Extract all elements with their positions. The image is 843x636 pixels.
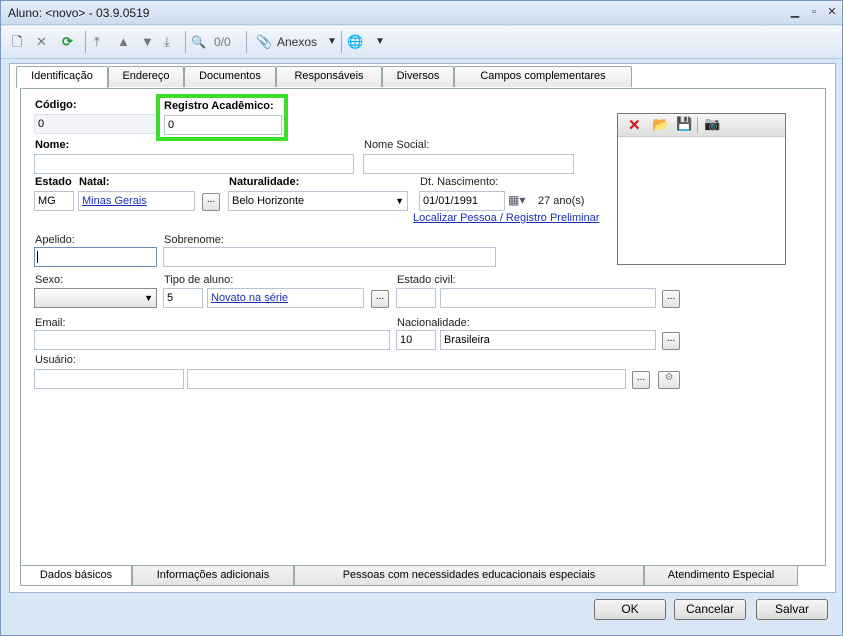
estado-natal-lookup-button[interactable]: ... xyxy=(202,193,220,211)
chevron-down-icon: ▼ xyxy=(395,196,404,206)
tab-identificacao[interactable]: Identificação xyxy=(16,66,108,88)
identification-panel: Código: 0 Registro Acadêmico: 0 Nome: No… xyxy=(20,88,826,566)
first-record-icon[interactable]: ⤒ xyxy=(94,33,100,51)
last-record-icon[interactable]: ⤓ xyxy=(164,33,170,51)
nascimento-label: Dt. Nascimento: xyxy=(420,176,499,188)
save-button[interactable]: Salvar xyxy=(756,599,828,620)
tab-documentos[interactable]: Documentos xyxy=(184,66,276,87)
paperclip-icon: 📎 xyxy=(256,34,273,49)
dialog-window: Aluno: <novo> - 03.9.0519 ▁ ▫ ✕ 🗋 ✕ ⟳ ⤒ … xyxy=(0,0,843,636)
attachments-button[interactable]: Anexos xyxy=(277,33,317,51)
apelido-label: Apelido: xyxy=(35,234,75,246)
nascimento-field[interactable]: 01/01/1991 xyxy=(419,191,505,211)
apelido-field[interactable] xyxy=(34,247,157,267)
sobrenome-field[interactable] xyxy=(163,247,496,267)
email-field[interactable] xyxy=(34,330,390,350)
tipo-aluno-code-field[interactable]: 5 xyxy=(163,288,203,308)
estado-label: Estado xyxy=(35,176,72,188)
photo-panel: ✕ 📂 💾 📷 xyxy=(617,113,786,265)
nacionalidade-label: Nacionalidade: xyxy=(397,317,470,329)
remove-photo-icon[interactable]: ✕ xyxy=(628,116,641,134)
tab-dados-basicos[interactable]: Dados básicos xyxy=(20,566,132,586)
tab-necessidades-especiais[interactable]: Pessoas com necessidades educacionais es… xyxy=(294,566,644,586)
usuario-label: Usuário: xyxy=(35,354,76,366)
tipo-aluno-lookup-button[interactable]: ... xyxy=(371,290,389,308)
nacionalidade-lookup-button[interactable]: ... xyxy=(662,332,680,350)
tab-atendimento-especial[interactable]: Atendimento Especial xyxy=(644,566,798,586)
localizar-pessoa-link[interactable]: Localizar Pessoa / Registro Preliminar xyxy=(413,212,599,224)
estado-natal-code-field[interactable]: MG xyxy=(34,191,74,211)
ok-button[interactable]: OK xyxy=(594,599,666,620)
nome-label: Nome: xyxy=(35,139,70,151)
window-title: Aluno: <novo> - 03.9.0519 xyxy=(8,6,150,20)
maximize-icon[interactable]: ▫ xyxy=(807,5,821,19)
codigo-label: Código: xyxy=(35,99,77,111)
title-bar: Aluno: <novo> - 03.9.0519 ▁ ▫ ✕ xyxy=(1,1,842,25)
estado-civil-code-field[interactable] xyxy=(396,288,436,308)
text-cursor xyxy=(37,251,38,263)
naturalidade-select[interactable]: Belo Horizonte ▼ xyxy=(228,191,408,211)
nacionalidade-name-field[interactable]: Brasileira xyxy=(440,330,656,350)
previous-record-icon[interactable]: ▲ xyxy=(117,33,130,51)
attachments-dropdown-icon[interactable]: ▼ xyxy=(327,33,337,51)
chevron-down-icon: ▼ xyxy=(144,293,153,303)
tipo-aluno-name-link[interactable]: Novato na série xyxy=(207,288,364,308)
nacionalidade-code-field[interactable]: 10 xyxy=(396,330,436,350)
estado-civil-label: Estado civil: xyxy=(397,274,456,286)
estado-civil-lookup-button[interactable]: ... xyxy=(662,290,680,308)
nome-social-label: Nome Social: xyxy=(364,139,430,151)
tab-campos-complementares[interactable]: Campos complementares xyxy=(454,66,632,87)
globe-icon[interactable]: 🌐 xyxy=(347,33,363,51)
record-counter: 0/0 xyxy=(214,35,231,49)
sobrenome-label: Sobrenome: xyxy=(164,234,224,246)
nome-field[interactable] xyxy=(34,154,354,174)
tab-endereco[interactable]: Endereço xyxy=(108,66,184,87)
usuario-lookup-button[interactable]: ... xyxy=(632,371,650,389)
search-icon[interactable]: 🔍 xyxy=(191,33,206,51)
registro-label: Registro Acadêmico: xyxy=(164,100,274,112)
delete-icon[interactable]: ✕ xyxy=(36,33,47,51)
codigo-field: 0 xyxy=(34,114,158,134)
globe-dropdown-icon[interactable]: ▼ xyxy=(375,33,385,51)
nome-social-field[interactable] xyxy=(363,154,574,174)
natal-label: Natal: xyxy=(79,176,110,188)
close-icon[interactable]: ✕ xyxy=(825,5,839,19)
tab-informacoes-adicionais[interactable]: Informações adicionais xyxy=(132,566,294,586)
estado-natal-name-link[interactable]: Minas Gerais xyxy=(78,191,195,211)
naturalidade-label: Naturalidade: xyxy=(229,176,300,188)
idade-text: 27 ano(s) xyxy=(538,195,585,207)
usuario-name-field[interactable] xyxy=(187,369,626,389)
usuario-code-field[interactable] xyxy=(34,369,184,389)
sexo-label: Sexo: xyxy=(35,274,64,286)
refresh-icon[interactable]: ⟳ xyxy=(62,33,73,51)
main-content: Identificação Endereço Documentos Respon… xyxy=(9,63,836,593)
naturalidade-value: Belo Horizonte xyxy=(232,195,305,207)
email-label: Email: xyxy=(35,317,66,329)
new-document-icon[interactable]: 🗋 xyxy=(12,33,22,51)
toolbar: 🗋 ✕ ⟳ ⤒ ▲ ▼ ⤓ 🔍 0/0 📎 Anexos ▼ 🌐 ▼ xyxy=(1,26,842,59)
save-photo-icon[interactable]: 💾 xyxy=(676,116,692,132)
tab-diversos[interactable]: Diversos xyxy=(382,66,454,87)
tab-responsaveis[interactable]: Responsáveis xyxy=(276,66,382,87)
webcam-icon[interactable]: 📷 xyxy=(704,116,720,132)
cancel-button[interactable]: Cancelar xyxy=(674,599,746,620)
minimize-icon[interactable]: ▁ xyxy=(788,5,802,19)
tipo-aluno-label: Tipo de aluno: xyxy=(164,274,234,286)
calendar-icon[interactable]: ▦▾ xyxy=(508,193,525,207)
sexo-select[interactable]: ▼ xyxy=(34,288,157,308)
estado-civil-name-field[interactable] xyxy=(440,288,656,308)
photo-toolbar: ✕ 📂 💾 📷 xyxy=(618,114,785,137)
registro-academico-field[interactable]: 0 xyxy=(164,115,282,135)
next-record-icon[interactable]: ▼ xyxy=(141,33,154,51)
open-folder-icon[interactable]: 📂 xyxy=(652,116,669,133)
user-settings-icon[interactable]: ⚙ xyxy=(658,371,680,389)
